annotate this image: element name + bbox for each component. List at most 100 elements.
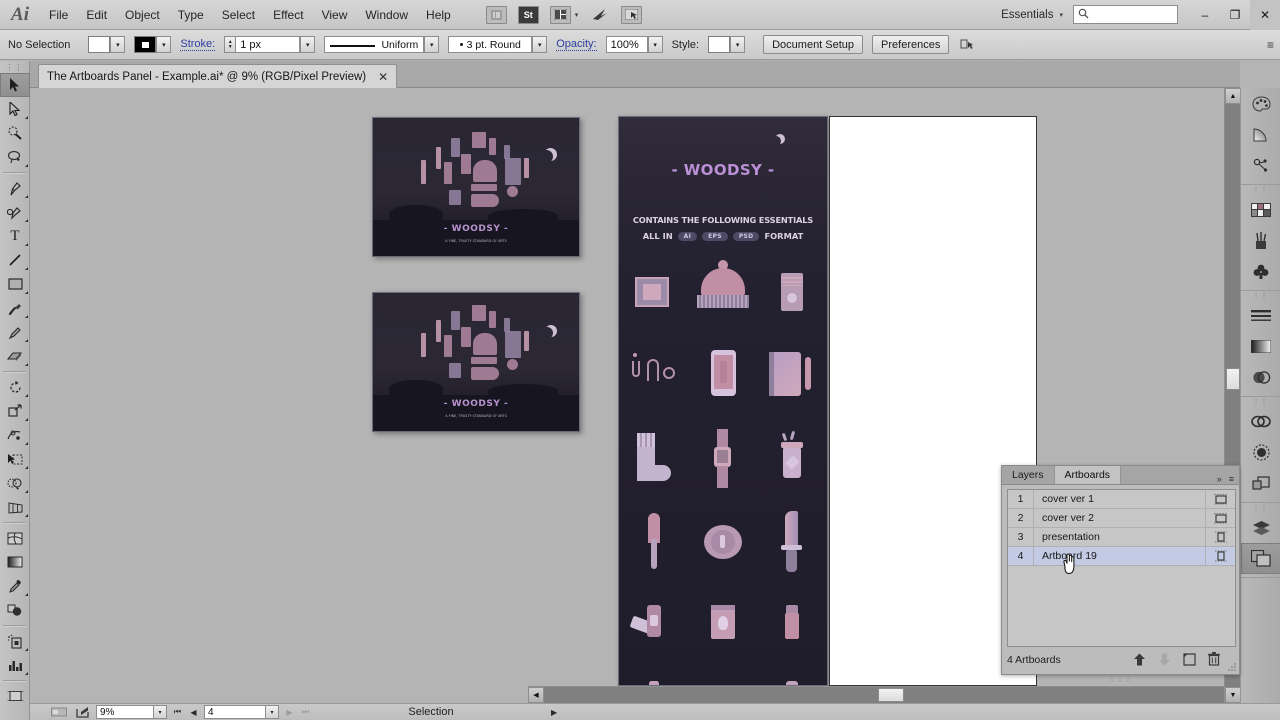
artboard-list-row-3[interactable]: 3 presentation (1008, 528, 1235, 547)
column-graph-tool[interactable] (0, 653, 30, 677)
previous-artboard-button[interactable]: ◀ (188, 706, 199, 719)
artboard-row-name[interactable]: cover ver 2 (1034, 512, 1205, 524)
artboard-orientation-landscape-icon[interactable] (1205, 509, 1235, 527)
artboard-list-row-4[interactable]: 4 Artboard 19 (1008, 547, 1235, 566)
vertical-scroll-thumb[interactable] (1226, 368, 1240, 390)
status-menu-arrow-icon[interactable]: ▶ (551, 708, 557, 717)
artboard-navigation-control[interactable]: 4 ▾ (204, 705, 279, 719)
menu-object[interactable]: Object (116, 0, 169, 30)
dock-grip[interactable]: ⋮⋮ (1241, 291, 1280, 300)
panel-resize-grip[interactable] (1227, 662, 1237, 672)
document-setup-button[interactable]: Document Setup (763, 35, 863, 54)
artboard-orientation-landscape-icon[interactable] (1205, 490, 1235, 508)
stroke-dropdown-caret-icon[interactable]: ▾ (156, 36, 171, 53)
artboard-row-name[interactable]: Artboard 19 (1034, 550, 1205, 562)
workspace-caret-icon[interactable]: ▾ (1059, 11, 1063, 19)
scroll-down-button[interactable]: ▼ (1225, 687, 1241, 703)
menu-file[interactable]: File (40, 0, 77, 30)
move-down-button[interactable] (1158, 653, 1171, 668)
blend-tool[interactable] (0, 598, 30, 622)
artboard-nav-value[interactable]: 4 (204, 705, 266, 719)
shape-builder-tool[interactable] (0, 471, 30, 495)
menu-view[interactable]: View (313, 0, 357, 30)
artboards-list[interactable]: 1 cover ver 1 2 cover ver 2 3 presentati… (1007, 489, 1236, 647)
menu-edit[interactable]: Edit (77, 0, 116, 30)
rectangle-tool[interactable] (0, 272, 30, 296)
stroke-profile-caret-icon[interactable]: ▾ (424, 36, 439, 53)
arrange-caret-icon[interactable]: ▾ (575, 11, 579, 19)
canvas-horizontal-scrollbar[interactable]: ◀ (528, 686, 1224, 703)
tab-artboards[interactable]: Artboards (1055, 466, 1122, 484)
artboard-tool[interactable] (0, 684, 30, 708)
free-transform-tool[interactable] (0, 447, 30, 471)
screen-mode-icon[interactable] (621, 6, 642, 24)
stroke-weight-value[interactable]: 1 px (236, 36, 300, 53)
workspace-switcher[interactable]: Essentials (995, 9, 1059, 21)
bridge-icon[interactable] (486, 6, 507, 24)
panel-drag-handle[interactable]: ⋮⋮⋮ (1101, 675, 1141, 682)
stroke-weight-control[interactable]: ▲▼ 1 px ▾ (224, 36, 315, 53)
dock-grip[interactable]: ⋮⋮ (1241, 503, 1280, 512)
collapse-panel-icon[interactable]: » (1217, 474, 1222, 484)
line-segment-tool[interactable] (0, 248, 30, 272)
stroke-icon[interactable] (1241, 300, 1280, 331)
transform-icon[interactable] (1241, 468, 1280, 499)
first-artboard-button[interactable]: ⏮ (172, 706, 183, 719)
artboard-nav-caret-icon[interactable]: ▾ (266, 705, 279, 719)
move-up-button[interactable] (1133, 653, 1146, 668)
gradient-icon[interactable] (1241, 331, 1280, 362)
align-objects-icon[interactable] (958, 37, 975, 53)
new-artboard-button[interactable] (1183, 653, 1196, 668)
brushes-icon[interactable] (1241, 225, 1280, 256)
symbols-icon[interactable] (1241, 256, 1280, 287)
artboard-presentation[interactable]: - WOODSY - CONTAINS THE FOLLOWING ESSENT… (618, 116, 828, 686)
stock-icon[interactable]: St (518, 6, 539, 24)
search-input[interactable] (1073, 5, 1178, 24)
color-themes-icon[interactable] (1241, 150, 1280, 181)
pen-tool[interactable] (0, 176, 30, 200)
stroke-swatch[interactable] (134, 36, 156, 53)
add-anchor-point-tool[interactable] (0, 200, 30, 224)
stroke-label[interactable]: Stroke: (180, 38, 215, 51)
stroke-color-control[interactable]: ▾ (134, 36, 171, 53)
fill-dropdown-caret-icon[interactable]: ▾ (110, 36, 125, 53)
magic-wand-tool[interactable] (0, 121, 30, 145)
last-artboard-button[interactable]: ⏭ (300, 706, 311, 719)
lasso-tool[interactable] (0, 145, 30, 169)
graphic-style-control[interactable]: ▾ (708, 36, 745, 53)
stroke-weight-caret-icon[interactable]: ▾ (300, 36, 315, 53)
menu-effect[interactable]: Effect (264, 0, 312, 30)
document-tab[interactable]: The Artboards Panel - Example.ai* @ 9% (… (38, 64, 397, 88)
scroll-up-button[interactable]: ▲ (1225, 88, 1241, 104)
tab-layers[interactable]: Layers (1002, 466, 1055, 484)
artboard-list-row-2[interactable]: 2 cover ver 2 (1008, 509, 1235, 528)
opacity-control[interactable]: 100% ▾ (606, 36, 663, 53)
color-icon[interactable] (1241, 88, 1280, 119)
gradient-tool[interactable] (0, 550, 30, 574)
align-caret-icon[interactable]: ▾ (968, 41, 972, 49)
scale-tool[interactable] (0, 399, 30, 423)
eraser-tool[interactable] (0, 344, 30, 368)
fill-swatch[interactable] (88, 36, 110, 53)
mesh-tool[interactable] (0, 526, 30, 550)
panel-options-menu-icon[interactable]: ≡ (1229, 474, 1234, 484)
artboard-cover-ver-2[interactable]: - WOODSY - A FINE, TRUSTY STANDARD OF AR… (372, 292, 580, 432)
pencil-tool[interactable] (0, 320, 30, 344)
align-icon[interactable] (1241, 437, 1280, 468)
artboard-row-name[interactable]: cover ver 1 (1034, 493, 1205, 505)
zoom-control[interactable]: 9% ▾ (96, 705, 167, 719)
width-tool[interactable] (0, 423, 30, 447)
zoom-value[interactable]: 9% (96, 705, 154, 719)
artboard-cover-ver-1[interactable]: - WOODSY - A FINE, TRUSTY STANDARD OF AR… (372, 117, 580, 257)
zoom-caret-icon[interactable]: ▾ (154, 705, 167, 719)
fill-color-control[interactable]: ▾ (88, 36, 125, 53)
color-guide-icon[interactable] (1241, 119, 1280, 150)
artboard-orientation-portrait-icon[interactable] (1205, 528, 1235, 546)
transparency-icon[interactable] (1241, 362, 1280, 393)
control-bar-menu-icon[interactable]: ≡ (1267, 38, 1273, 52)
perspective-grid-tool[interactable] (0, 495, 30, 519)
opacity-caret-icon[interactable]: ▾ (648, 36, 663, 53)
menu-window[interactable]: Window (356, 0, 417, 30)
next-artboard-button[interactable]: ▶ (284, 706, 295, 719)
pathfinder-icon[interactable] (1241, 406, 1280, 437)
